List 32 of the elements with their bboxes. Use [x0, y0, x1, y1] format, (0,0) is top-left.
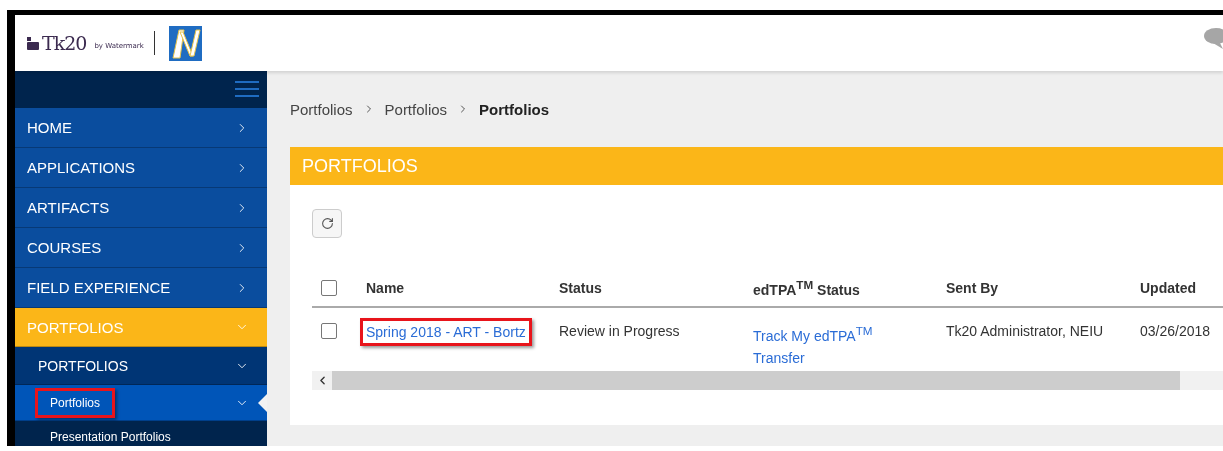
sidebar-item[interactable]: ARTIFACTS — [15, 188, 267, 228]
refresh-icon — [320, 217, 334, 230]
institution-logo — [168, 25, 202, 61]
column-header: Name — [366, 280, 405, 296]
sidebar-item[interactable]: APPLICATIONS — [15, 148, 267, 188]
column-header: Sent By — [946, 280, 999, 296]
portfolio-name-link[interactable]: Spring 2018 - ART - Bortz — [360, 318, 532, 346]
column-header: Updated — [1140, 280, 1196, 296]
updated-date: 03/26/2018 — [1140, 322, 1211, 341]
sidebar-link[interactable]: Portfolios — [15, 385, 267, 421]
status-text: Review in Progress — [559, 322, 680, 341]
sidebar-item[interactable]: HOME — [15, 108, 267, 148]
sidebar-subitem[interactable]: PORTFOLIOS — [15, 347, 267, 385]
menu-icon[interactable] — [235, 81, 259, 98]
chat-bubble-icon[interactable] — [1203, 27, 1223, 49]
highlighted-link-label: Portfolios — [35, 387, 116, 418]
column-header: Status — [559, 280, 602, 296]
sidebar-item[interactable]: COURSES — [15, 228, 267, 268]
refresh-button[interactable] — [312, 209, 342, 238]
breadcrumb-link[interactable]: Portfolios — [290, 100, 353, 118]
breadcrumb-link[interactable]: Portfolios — [384, 100, 448, 118]
link-label: Presentation Portfolios — [50, 430, 171, 444]
sent-by-text: Tk20 Administrator, NEIU — [946, 322, 1104, 341]
panel-title: PORTFOLIOS — [290, 147, 1223, 185]
column-header: edTPA$^{TM}$ Status — [753, 278, 860, 298]
breadcrumb-link[interactable]: Portfolios — [479, 100, 550, 118]
logo-text: Tk20 — [42, 32, 87, 54]
track-edtpa-link[interactable]: Track My edTPA$^{TM}$ Transfer — [753, 320, 893, 369]
select-all-checkbox[interactable] — [321, 280, 337, 296]
sidebar-item[interactable]: FIELD EXPERIENCE — [15, 268, 267, 308]
logo-icon — [27, 36, 40, 50]
row-checkbox[interactable] — [321, 323, 337, 339]
